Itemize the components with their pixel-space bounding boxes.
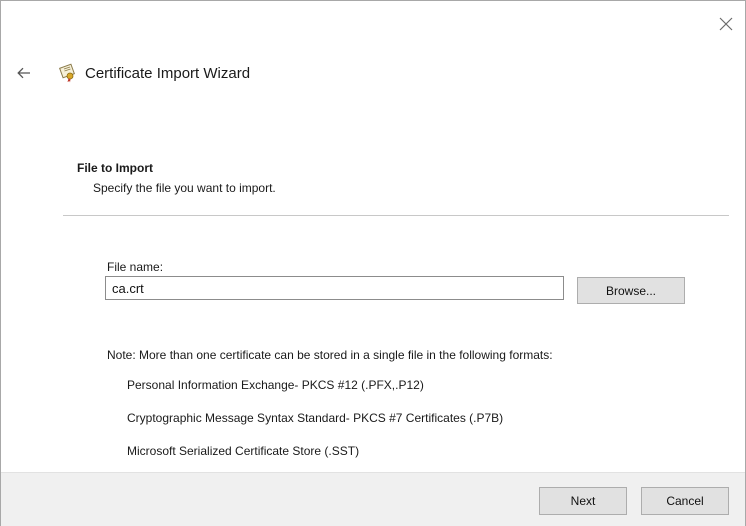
next-button[interactable]: Next <box>539 487 627 515</box>
section-heading: File to Import <box>77 161 153 175</box>
format-item-p7b: Cryptographic Message Syntax Standard- P… <box>127 411 504 425</box>
divider <box>63 215 729 216</box>
certificate-icon <box>57 62 79 84</box>
browse-button[interactable]: Browse... <box>577 277 685 304</box>
close-icon <box>719 17 733 31</box>
section-description: Specify the file you want to import. <box>93 181 276 195</box>
close-button[interactable] <box>713 11 739 37</box>
footer-bar: Next Cancel <box>1 472 745 526</box>
wizard-window: Certificate Import Wizard File to Import… <box>0 0 746 526</box>
back-button[interactable] <box>13 62 35 84</box>
format-item-sst: Microsoft Serialized Certificate Store (… <box>127 444 360 458</box>
back-arrow-icon <box>17 67 30 79</box>
cancel-button[interactable]: Cancel <box>641 487 729 515</box>
wizard-title: Certificate Import Wizard <box>85 64 251 82</box>
format-item-pfx: Personal Information Exchange- PKCS #12 … <box>127 378 424 392</box>
wizard-header: Certificate Import Wizard <box>13 59 250 87</box>
note-text: Note: More than one certificate can be s… <box>107 348 553 362</box>
file-name-input[interactable] <box>105 276 564 300</box>
file-name-label: File name: <box>107 260 164 274</box>
